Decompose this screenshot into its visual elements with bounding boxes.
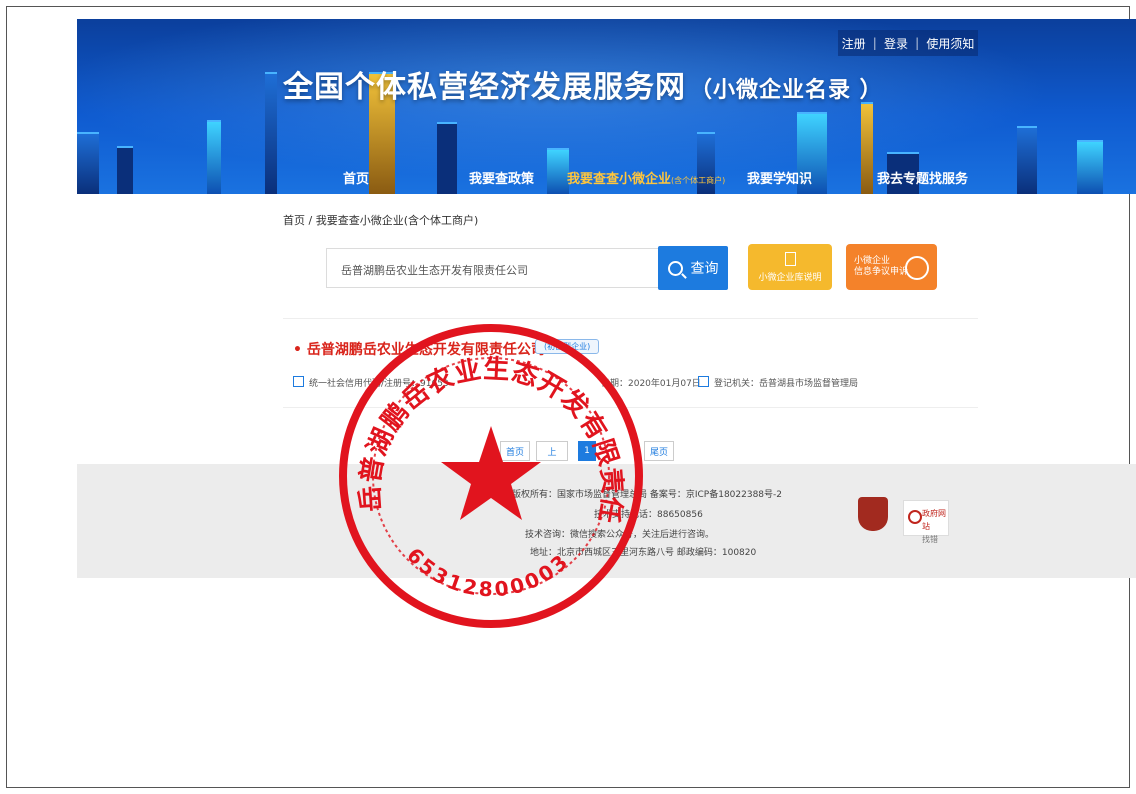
nav-item-policy[interactable]: 我要查政策 <box>469 168 534 187</box>
gov-site-error-button[interactable]: 政府网站 找错 <box>903 500 949 544</box>
party-gov-logo[interactable] <box>858 497 888 531</box>
search-button-label: 查询 <box>690 261 719 277</box>
nav-item-home[interactable]: 首页 <box>343 168 369 187</box>
page-last[interactable]: 尾页 <box>644 441 674 461</box>
login-link[interactable]: 登录 <box>884 35 908 52</box>
company-seal-stamp: 岳普湖鹏岳农业生态开发有限责任公司 653128000031 <box>336 321 643 628</box>
gov-site-line2: 找错 <box>922 535 938 544</box>
separator: | <box>915 36 920 50</box>
nav-label: 我要学知识 <box>747 172 813 187</box>
magnifier-icon <box>908 510 922 524</box>
site-title: 全国个体私营经济发展服务网 （小微企业名录 ） <box>283 62 883 106</box>
top-links: 注册 | 登录 | 使用须知 <box>838 30 978 56</box>
register-link[interactable]: 注册 <box>842 35 866 52</box>
search-icon <box>667 260 683 276</box>
nav-label: 首页 <box>343 172 370 187</box>
library-info-label: 小微企业库说明 <box>758 273 822 283</box>
nav-label: 我要查政策 <box>469 172 535 187</box>
appeal-button[interactable]: 小微企业 信息争议申诉 <box>846 244 937 290</box>
building-icon <box>698 376 709 387</box>
nav-label: 我要查查小微企业 <box>567 172 672 187</box>
usage-notice-link[interactable]: 使用须知 <box>926 35 974 52</box>
separator: | <box>872 36 877 50</box>
nav-label-note: (含个体工商户) <box>671 176 726 185</box>
registration-authority: 登记机关：岳普湖县市场监督管理局 <box>698 376 858 389</box>
nav-item-enterprise-search[interactable]: 我要查查小微企业(含个体工商户) <box>567 168 725 187</box>
gov-site-line1: 政府网站 <box>922 509 946 531</box>
site-title-main: 全国个体私营经济发展服务网 <box>283 70 686 105</box>
document-icon <box>784 252 796 266</box>
nav-item-services[interactable]: 我去专题找服务 <box>877 168 968 187</box>
breadcrumb[interactable]: 首页 / 我要查查小微企业(含个体工商户) <box>283 212 478 228</box>
registration-authority-text: 登记机关：岳普湖县市场监督管理局 <box>714 379 859 389</box>
nav-label: 我去专题找服务 <box>877 172 969 187</box>
library-info-button[interactable]: 小微企业库说明 <box>748 244 832 290</box>
seal-star-icon <box>441 426 541 520</box>
search-button[interactable]: 查询 <box>658 246 728 290</box>
site-title-sub: （小微企业名录 ） <box>690 78 883 103</box>
nav-item-knowledge[interactable]: 我要学知识 <box>747 168 812 187</box>
info-icon <box>293 376 304 387</box>
search-input[interactable]: 岳普湖鹏岳农业生态开发有限责任公司 <box>326 248 658 288</box>
support-face-icon <box>905 256 929 280</box>
main-nav: 首页 我要查政策 我要查查小微企业(含个体工商户) 我要学知识 我去专题找服务 <box>77 160 1136 194</box>
